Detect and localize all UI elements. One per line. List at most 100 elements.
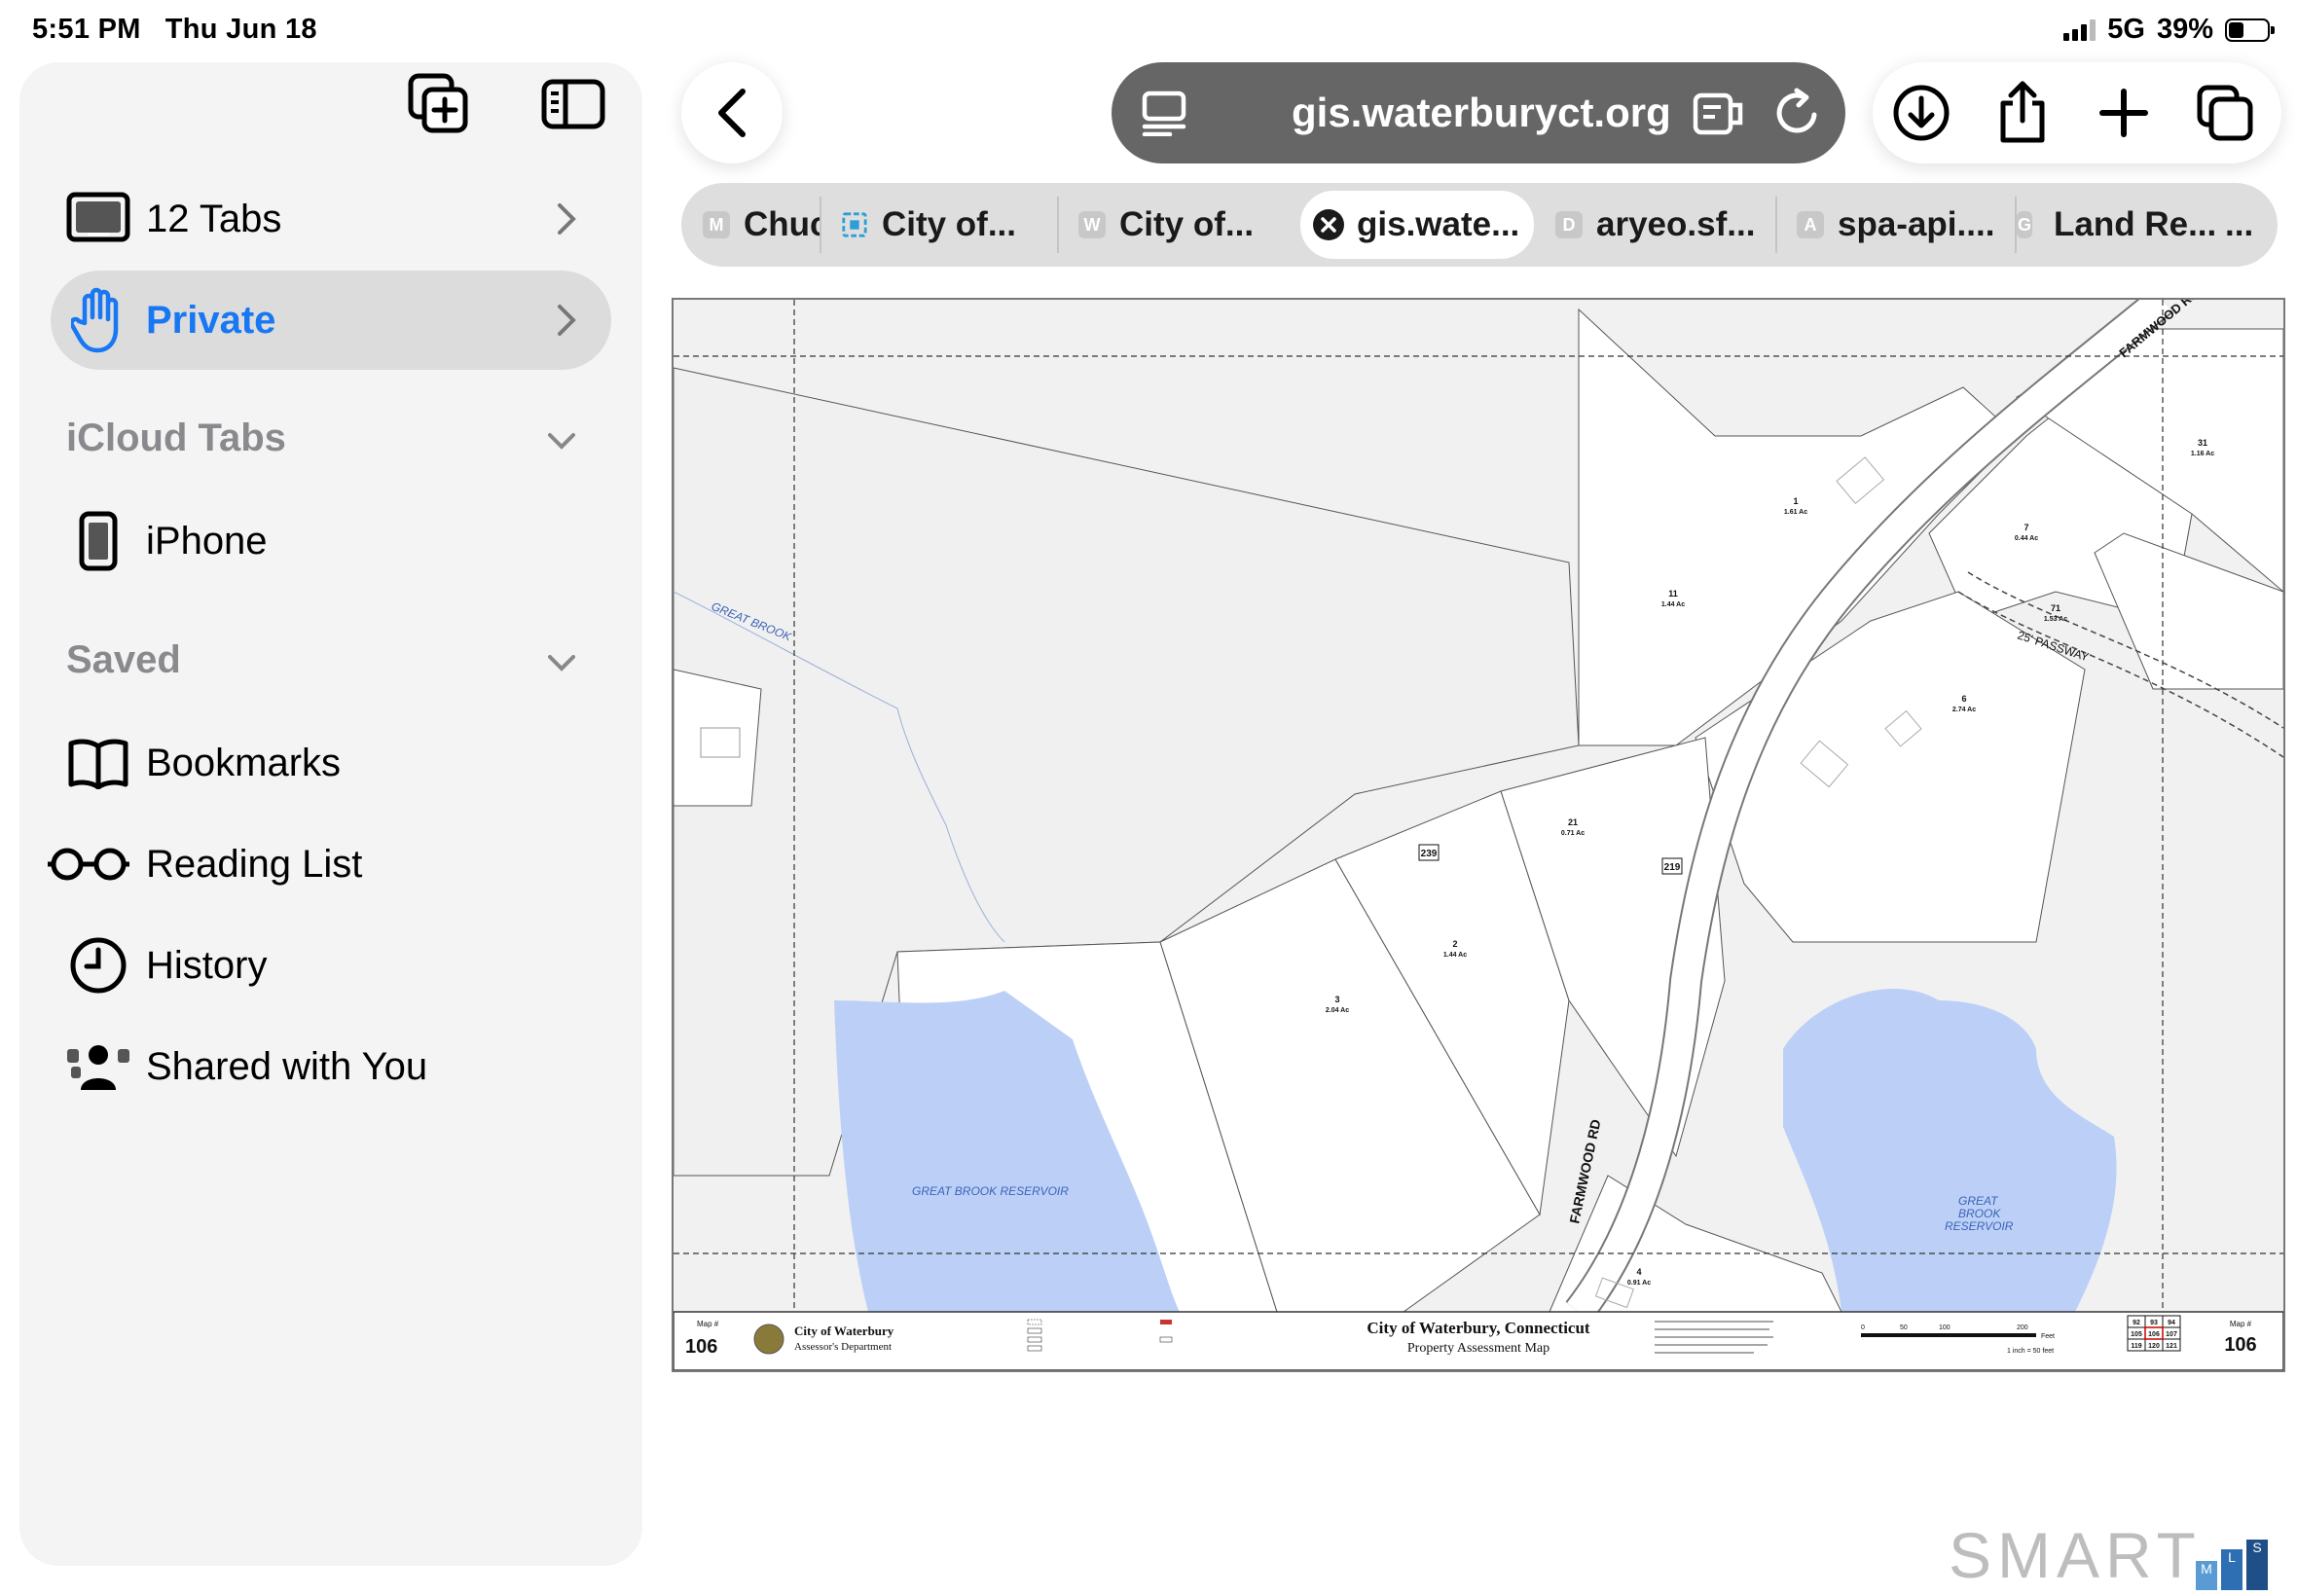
page-menu-icon[interactable] — [1141, 90, 1187, 136]
sidebar-item-label: Shared with You — [146, 1044, 428, 1088]
scale-tick: 200 — [2017, 1324, 2028, 1331]
map-number-label: Map # — [2230, 1320, 2252, 1328]
tab-item[interactable]: City of... — [841, 183, 1016, 267]
lot-area: 1.16 Ac — [2191, 451, 2214, 457]
sidebar-item-reading-list[interactable]: Reading List — [48, 815, 611, 914]
lot-area: 1.44 Ac — [1443, 952, 1467, 959]
lot-number: 1 — [1793, 496, 1798, 506]
city-seal-icon — [753, 1324, 784, 1355]
tab-item[interactable]: D aryeo.sf... — [1555, 183, 1760, 267]
more-tabs-button[interactable]: ... — [2225, 183, 2264, 267]
sidebar-item-label: iPhone — [146, 519, 268, 562]
lot-number: 2 — [1452, 939, 1457, 949]
scale-unit: Feet — [2041, 1333, 2055, 1340]
lot-number: 11 — [1668, 589, 1678, 598]
svg-text:93: 93 — [2150, 1320, 2158, 1326]
sidebar-item-private[interactable]: Private — [51, 271, 611, 370]
glasses-icon — [48, 830, 132, 898]
address-label: 239 — [1421, 849, 1438, 859]
lot-area: 1.53 Ac — [2044, 616, 2067, 623]
svg-text:106: 106 — [2148, 1331, 2160, 1338]
address-label: 219 — [1664, 862, 1681, 873]
clock-icon — [64, 931, 132, 999]
lot-number: 3 — [1334, 995, 1339, 1004]
lot-area: 2.74 Ac — [1952, 707, 1976, 713]
chevron-down-icon[interactable] — [547, 654, 576, 673]
sidebar-item-shared-with-you[interactable]: Shared with You — [51, 1017, 611, 1116]
chevron-right-icon — [558, 203, 576, 235]
book-icon — [64, 729, 132, 797]
tab-favicon: W — [1078, 211, 1106, 238]
map-canvas[interactable]: FARMWOOD RD FARMWOOD RD 25' PASSWAY GREA… — [674, 300, 2283, 1370]
close-tab-icon[interactable] — [1312, 208, 1345, 241]
reservoir-label: GREAT — [1958, 1194, 1999, 1208]
chevron-down-icon[interactable] — [547, 432, 576, 452]
scale-tick: 100 — [1939, 1324, 1951, 1331]
lot-area: 0.91 Ac — [1627, 1280, 1651, 1287]
section-saved[interactable]: Saved — [66, 638, 181, 682]
lot-number: 71 — [2051, 603, 2060, 613]
adjacent-maps-grid: 92 93 94 105 106 107 119 120 121 — [2127, 1315, 2181, 1352]
property-map[interactable]: FARMWOOD RD FARMWOOD RD 25' PASSWAY GREA… — [672, 298, 2285, 1372]
back-button[interactable] — [681, 62, 783, 163]
sidebar-item-iphone[interactable]: iPhone — [51, 491, 611, 591]
scale-tick: 0 — [1861, 1324, 1865, 1331]
new-tab-group-icon[interactable] — [407, 72, 471, 136]
share-icon[interactable] — [1993, 80, 2052, 144]
map-subtitle: Property Assessment Map — [1407, 1341, 1550, 1356]
sidebar-item-label: History — [146, 943, 268, 987]
org-name: City of Waterbury — [794, 1324, 894, 1338]
scale-tick: 50 — [1900, 1324, 1908, 1331]
iphone-icon — [64, 507, 132, 575]
sidebar-toggle-icon[interactable] — [541, 72, 605, 136]
tab-bar: M Chuc City of... W City of... gis.wate.… — [681, 183, 2278, 267]
lot-number: 31 — [2198, 438, 2207, 448]
mls-logo: M L S — [2196, 1540, 2268, 1590]
map-number-label: Map # — [697, 1320, 719, 1328]
tab-item[interactable]: G Land Re... — [2017, 183, 2217, 267]
sidebar-item-tabs[interactable]: 12 Tabs — [51, 169, 611, 269]
tab-item-active[interactable]: gis.wate... — [1300, 191, 1534, 259]
chevron-right-icon — [558, 305, 576, 336]
tab-item[interactable]: W City of... — [1078, 183, 1273, 267]
tab-favicon: D — [1555, 211, 1583, 238]
hand-icon — [64, 286, 132, 354]
reload-icon[interactable] — [1773, 88, 1822, 138]
lot-number: 7 — [2024, 523, 2028, 532]
chevron-left-icon — [718, 89, 746, 137]
reservoir-label: GREAT BROOK RESERVOIR — [912, 1184, 1069, 1198]
lot-area: 1.61 Ac — [1784, 509, 1807, 516]
reader-extension-icon[interactable] — [1692, 91, 1746, 136]
tab-favicon: A — [1797, 211, 1824, 238]
new-tab-icon[interactable] — [2095, 84, 2153, 142]
lot-area: 0.71 Ac — [1561, 830, 1585, 837]
lot-number: 4 — [1636, 1267, 1641, 1277]
shared-people-icon — [64, 1033, 132, 1101]
url-text[interactable]: gis.waterburyct.org — [1292, 90, 1671, 136]
smartmls-watermark: SMART — [1949, 1519, 2202, 1591]
battery-percent: 39% — [2156, 14, 2213, 45]
lot-number: 6 — [1961, 694, 1966, 704]
cellular-signal-icon — [2063, 18, 2096, 41]
status-time: 5:51 PM Thu Jun 18 — [32, 14, 317, 45]
address-bar[interactable]: gis.waterburyct.org — [1112, 62, 1845, 163]
tab-favicon: G — [2017, 211, 2032, 238]
sidebar-item-bookmarks[interactable]: Bookmarks — [51, 713, 611, 813]
svg-text:119: 119 — [2131, 1343, 2141, 1350]
reservoir-label: BROOK — [1958, 1207, 2001, 1220]
map-number: 106 — [685, 1336, 717, 1358]
lot-area: 1.44 Ac — [1661, 601, 1685, 608]
section-icloud-tabs[interactable]: iCloud Tabs — [66, 417, 286, 460]
sidebar-item-history[interactable]: History — [51, 916, 611, 1015]
map-title: City of Waterbury, Connecticut — [1367, 1319, 1590, 1337]
status-indicators: 5G 39% — [2063, 14, 2275, 46]
svg-text:92: 92 — [2133, 1320, 2140, 1326]
tab-item[interactable]: A spa-api.... — [1797, 183, 2009, 267]
tab-item[interactable]: M Chuc — [703, 183, 820, 267]
tab-overview-icon[interactable] — [2196, 84, 2254, 142]
lot-number: 21 — [1568, 817, 1578, 827]
download-icon[interactable] — [1892, 84, 1951, 142]
svg-text:120: 120 — [2148, 1343, 2160, 1350]
svg-text:94: 94 — [2168, 1320, 2175, 1326]
map-number: 106 — [2224, 1334, 2256, 1356]
